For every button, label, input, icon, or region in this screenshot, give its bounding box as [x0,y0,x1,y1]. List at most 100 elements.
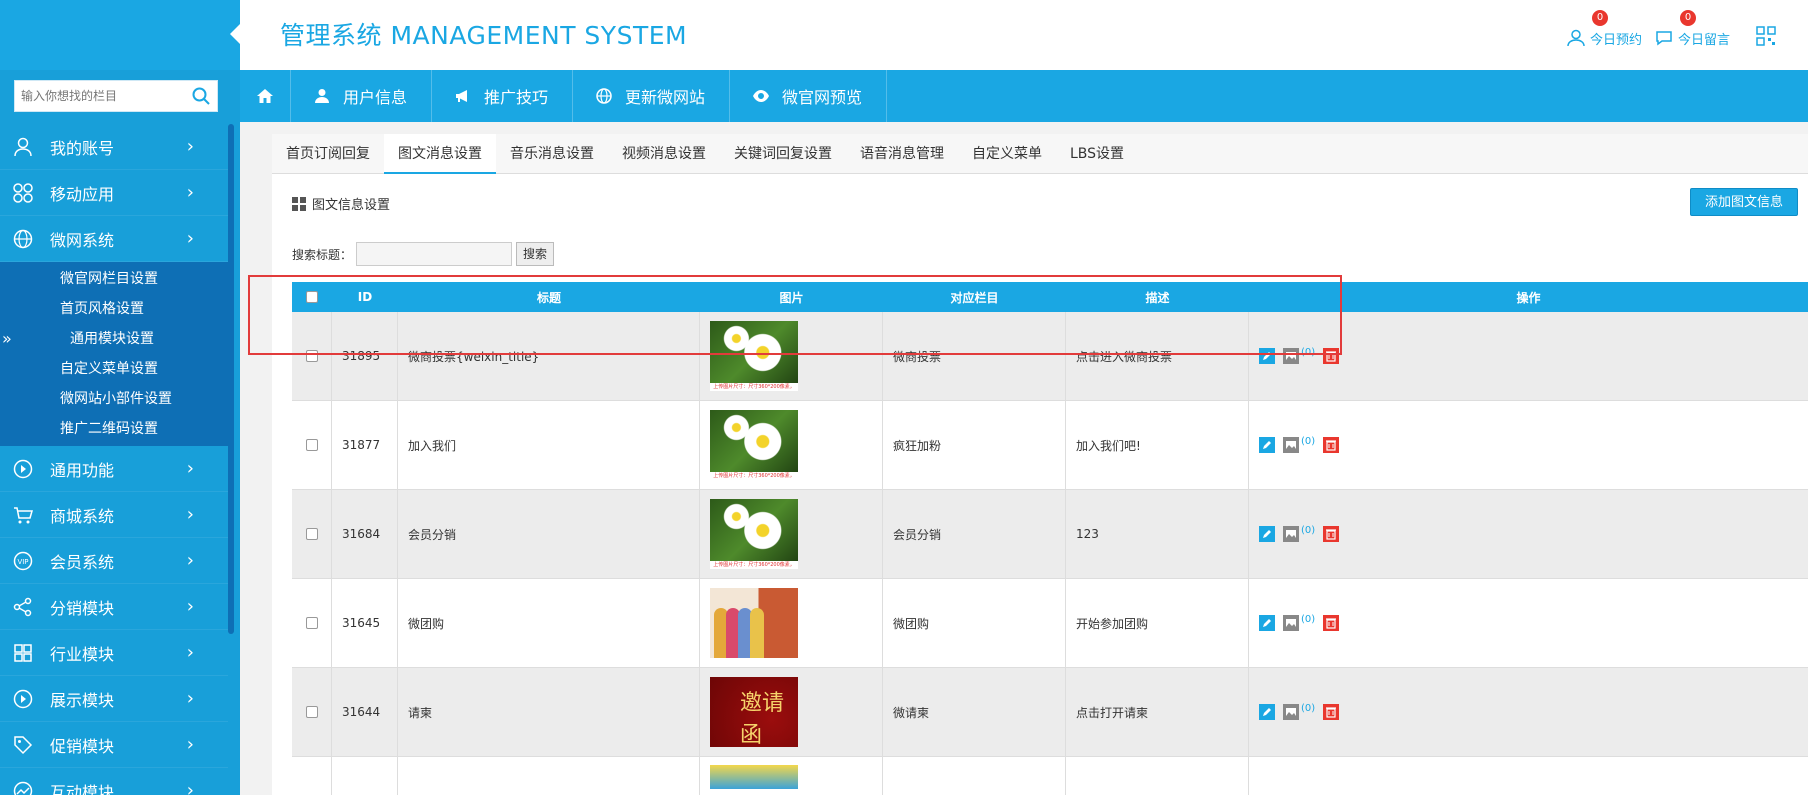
sidebar-search[interactable] [14,80,218,112]
row-picture: 上传图片尺寸：尺寸360*200像素，JPG或GIF [700,401,883,489]
row-operations: (0) [1249,490,1808,578]
row-checkbox[interactable] [305,439,318,451]
submenu-item-column-settings[interactable]: 微官网栏目设置 [0,264,228,294]
image-manage-button[interactable]: (0) [1283,436,1315,453]
row-checkbox[interactable] [305,528,318,540]
home-button[interactable] [240,70,291,122]
messages-link[interactable]: 0 今日留言 [1654,10,1730,48]
chevron-right-icon: › [186,550,194,571]
sidebar-item-interaction[interactable]: 互动模块 › [0,768,228,795]
row-column: 微请柬 [883,668,1066,756]
sidebar-item-common-functions[interactable]: 通用功能 › [0,446,228,492]
sidebar-item-account[interactable]: 我的账号 › [0,124,228,170]
tab-home-reply[interactable]: 首页订阅回复 [272,134,384,174]
submenu-item-home-style[interactable]: 首页风格设置 [0,294,228,324]
tab-keyword-reply[interactable]: 关键词回复设置 [720,134,846,174]
search-button[interactable]: 搜索 [516,242,555,266]
row-picture [700,757,883,795]
news-thumbnail[interactable]: 上传图片尺寸：尺寸360*200像素，JPG或GIF [710,410,798,480]
image-manage-button[interactable]: (0) [1283,525,1315,542]
row-checkbox[interactable] [305,617,318,629]
tab-news-settings[interactable]: 图文消息设置 [384,134,496,174]
chart-icon [13,781,33,795]
news-thumbnail[interactable] [710,588,798,658]
chat-icon [1656,31,1672,46]
image-manage-button[interactable]: (0) [1283,614,1315,631]
row-operations: (0) [1249,668,1808,756]
add-news-button[interactable]: 添加图文信息 [1689,188,1798,216]
row-title: 请柬 [398,668,700,756]
header-ops: 操作 [1516,290,1541,305]
news-thumbnail[interactable]: 邀请函 [710,677,798,747]
sidebar-item-members[interactable]: VIP 会员系统 › [0,538,228,584]
edit-button[interactable] [1259,437,1275,453]
sidebar-item-micro-site[interactable]: 微网系统 › [0,216,228,262]
tab-lbs-settings[interactable]: LBS设置 [1056,134,1138,174]
row-id: 31645 [332,579,398,667]
edit-icon [1259,615,1275,631]
grid-icon [14,643,32,662]
sidebar-item-promotion[interactable]: 促销模块 › [0,722,228,768]
edit-button[interactable] [1259,704,1275,720]
sidebar-item-distribution[interactable]: 分销模块 › [0,584,228,630]
row-picture: 上传图片尺寸：尺寸360*200像素，JPG或GIF [700,490,883,578]
edit-button[interactable] [1259,526,1275,542]
delete-button[interactable] [1323,704,1340,720]
thumbnail-caption: 上传图片尺寸：尺寸360*200像素，JPG或GIF [710,472,798,480]
sidebar-item-display[interactable]: 展示模块 › [0,676,228,722]
nav-label: 用户信息 [343,88,408,107]
image-icon [1283,437,1299,453]
delete-button[interactable] [1323,526,1340,542]
row-title: 会员分销 [398,490,700,578]
chevron-right-icon: › [186,780,194,795]
reservation-link[interactable]: 0 今日预约 [1566,10,1642,48]
nav-site-preview[interactable]: 微官网预览 [730,70,888,122]
select-all-checkbox[interactable] [306,291,318,303]
tab-video-settings[interactable]: 视频消息设置 [608,134,720,174]
edit-button[interactable] [1259,348,1275,364]
sidebar-search-input[interactable] [15,81,185,111]
edit-button[interactable] [1259,615,1275,631]
image-manage-button[interactable]: (0) [1283,703,1315,720]
section-title-text: 图文信息设置 [312,198,391,213]
search-icon[interactable] [191,86,211,106]
table-row: 31684 会员分销 上传图片尺寸：尺寸360*200像素，JPG或GIF 会员… [292,490,1808,579]
nav-promotion-tips[interactable]: 推广技巧 [432,70,574,122]
qrcode-icon[interactable] [1756,26,1776,46]
news-thumbnail[interactable] [710,764,798,789]
delete-button[interactable] [1323,437,1340,453]
sidebar-item-label: 展示模块 [50,690,115,710]
image-manage-button[interactable]: (0) [1283,347,1315,364]
sidebar-scrollbar[interactable] [228,124,234,634]
delete-button[interactable] [1323,348,1340,364]
news-thumbnail[interactable]: 上传图片尺寸：尺寸360*200像素，JPG或GIF [710,321,798,391]
image-icon [1283,526,1299,542]
tab-custom-menu[interactable]: 自定义菜单 [958,134,1056,174]
sidebar-item-mall[interactable]: 商城系统 › [0,492,228,538]
news-thumbnail[interactable]: 上传图片尺寸：尺寸360*200像素，JPG或GIF [710,499,798,569]
tab-music-settings[interactable]: 音乐消息设置 [496,134,608,174]
row-desc [1066,757,1249,795]
submenu-item-qrcode[interactable]: 推广二维码设置 [0,414,228,444]
nav-update-site[interactable]: 更新微网站 [573,70,731,122]
delete-button[interactable] [1323,615,1340,631]
row-picture [700,579,883,667]
eye-icon [753,90,770,102]
row-desc: 点击进入微商投票 [1066,312,1249,400]
row-checkbox[interactable] [305,350,318,362]
tab-voice-management[interactable]: 语音消息管理 [846,134,958,174]
submenu-item-common-modules[interactable]: » 通用模块设置 [0,324,228,354]
row-title: 微商投票{weixin_title} [398,312,700,400]
header-notch [230,24,240,44]
row-desc: 开始参加团购 [1066,579,1249,667]
search-title-input[interactable] [356,242,513,266]
sidebar-item-mobile-app[interactable]: 移动应用 › [0,170,228,216]
header-id: ID [357,290,373,304]
row-checkbox[interactable] [305,706,318,718]
header-column: 对应栏目 [950,290,999,305]
submenu-item-widgets[interactable]: 微网站小部件设置 [0,384,228,414]
svg-text:VIP: VIP [17,558,28,566]
submenu-item-custom-menu[interactable]: 自定义菜单设置 [0,354,228,384]
nav-user-info[interactable]: 用户信息 [291,70,433,122]
sidebar-item-industry[interactable]: 行业模块 › [0,630,228,676]
